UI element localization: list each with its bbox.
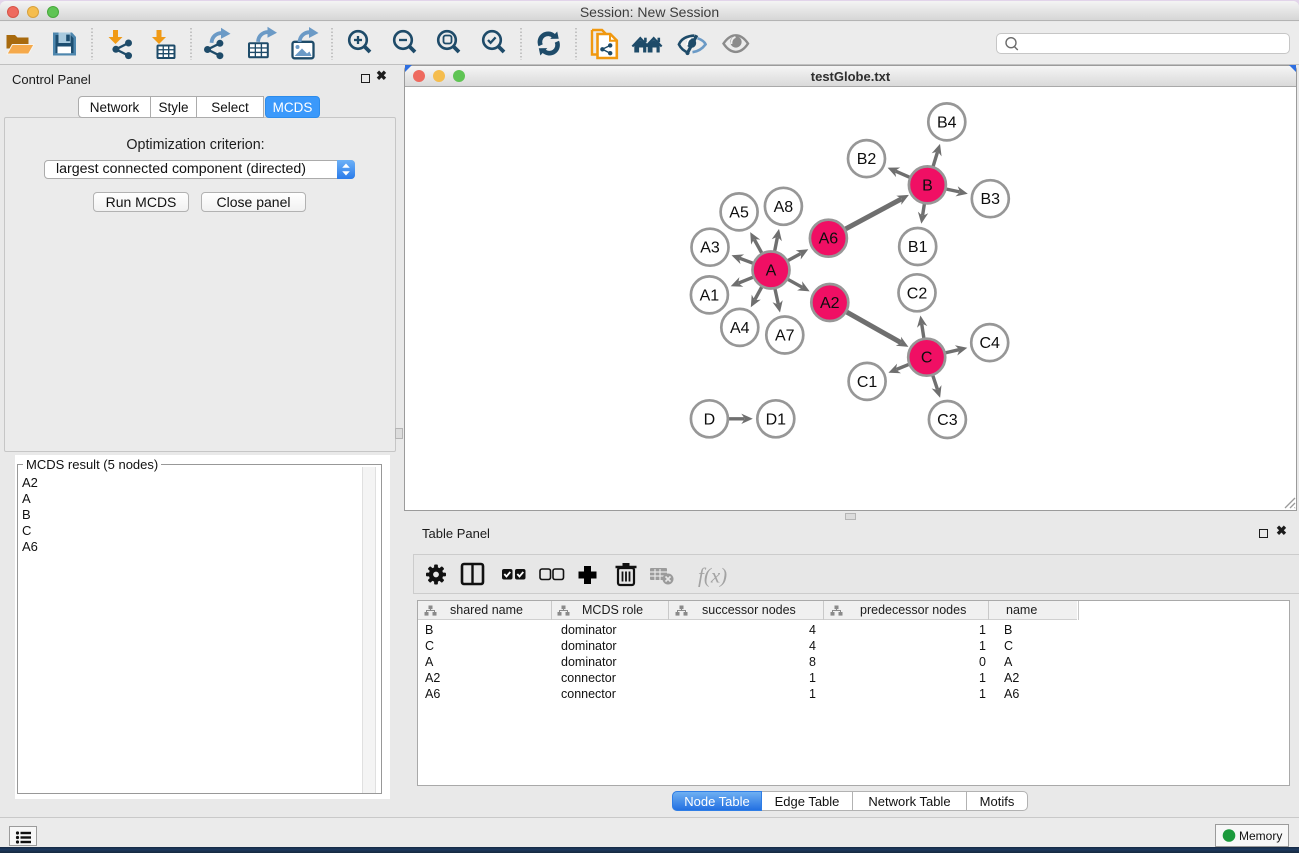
svg-text:A7: A7 xyxy=(775,328,795,345)
svg-text:A8: A8 xyxy=(774,199,794,216)
svg-text:D1: D1 xyxy=(766,411,787,428)
svg-text:C: C xyxy=(921,350,933,367)
svg-text:B2: B2 xyxy=(857,151,877,168)
svg-text:C4: C4 xyxy=(979,335,1000,352)
svg-text:f(x): f(x) xyxy=(698,564,727,588)
svg-text:A1: A1 xyxy=(700,287,720,304)
svg-text:C3: C3 xyxy=(937,412,958,429)
svg-text:A5: A5 xyxy=(729,204,749,221)
svg-text:A4: A4 xyxy=(730,320,750,337)
svg-text:B4: B4 xyxy=(937,114,957,131)
svg-text:A: A xyxy=(766,263,777,280)
svg-text:A6: A6 xyxy=(819,231,839,248)
svg-text:C2: C2 xyxy=(907,285,928,302)
svg-text:A3: A3 xyxy=(700,240,720,257)
svg-text:A2: A2 xyxy=(820,295,840,312)
svg-text:D: D xyxy=(704,411,716,428)
svg-text:C1: C1 xyxy=(857,374,878,391)
svg-text:B3: B3 xyxy=(981,191,1001,208)
svg-text:Memory: Memory xyxy=(1239,829,1282,843)
svg-text:B1: B1 xyxy=(908,239,928,256)
svg-text:B: B xyxy=(922,177,933,194)
